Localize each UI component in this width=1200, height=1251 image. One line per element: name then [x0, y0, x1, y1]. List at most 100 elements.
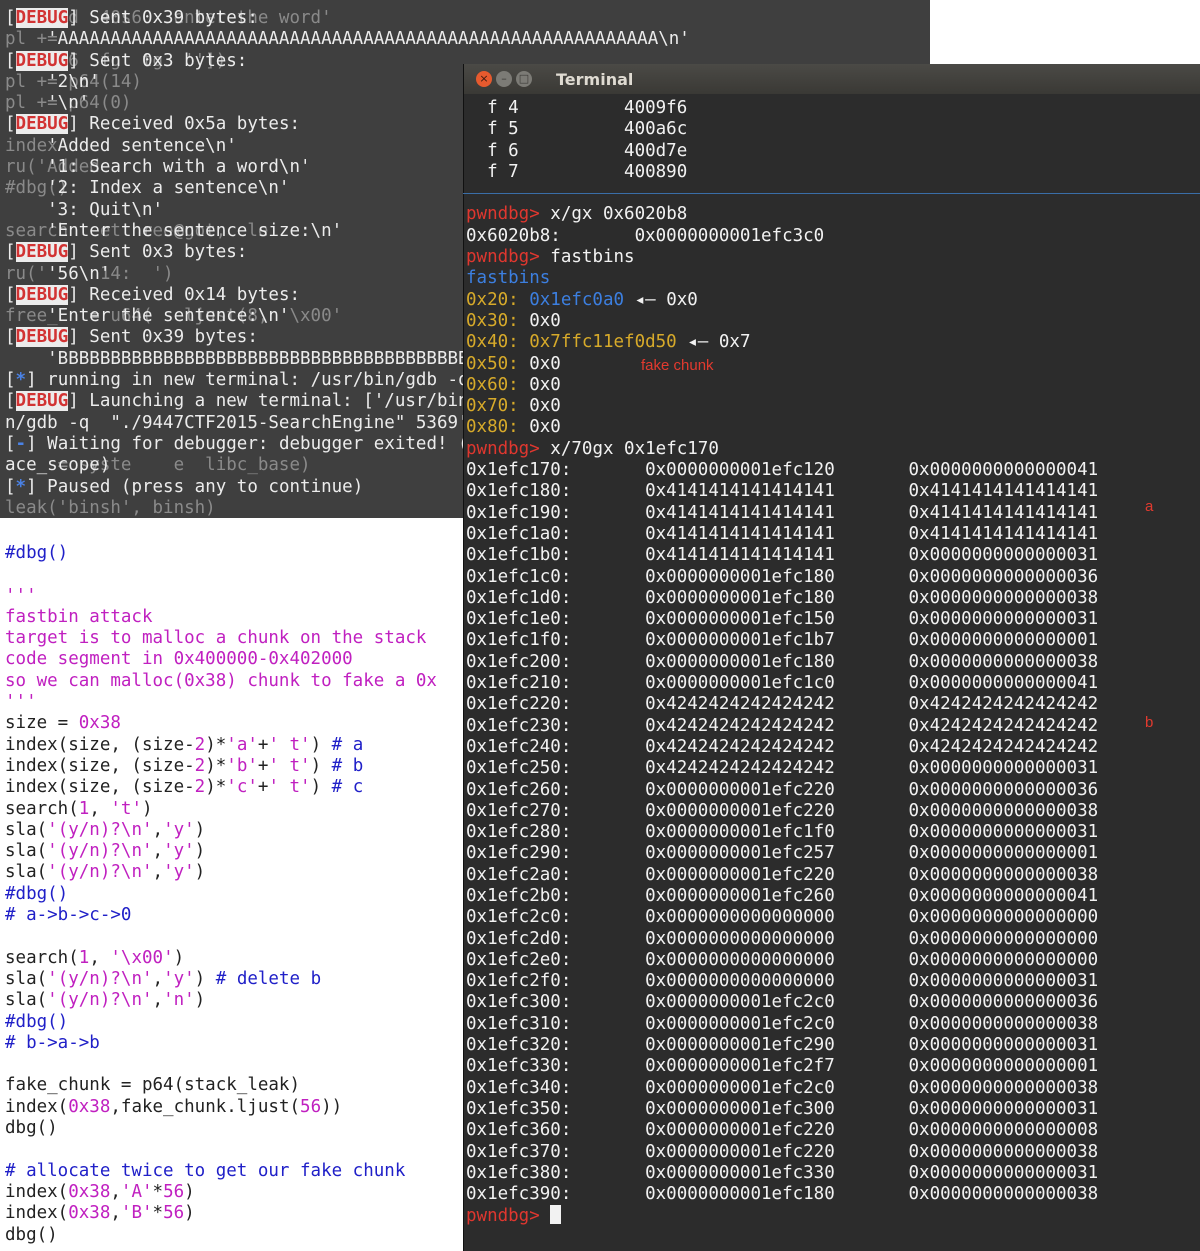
text-span: 0x1efc320: 0x0000000001efc290 0x00000000… [466, 1035, 1099, 1056]
text-span: 0x70: [466, 396, 530, 417]
log-line: [DEBUG] Sent 0x39 bytes: [5, 8, 858, 29]
text-span: [ [5, 242, 16, 263]
chunk-a-annotation: a [1145, 498, 1154, 515]
code-line: #dbg() [5, 1012, 437, 1033]
text-span: 0x1efc1a0: 0x4141414141414141 0x41414141… [466, 523, 1099, 544]
text-span: 0x1efc1c0: 0x0000000001efc180 0x00000000… [466, 566, 1099, 587]
terminal-line: 0x1efc390: 0x0000000001efc180 0x00000000… [466, 1184, 1098, 1205]
text-span: 0x1efc200: 0x0000000001efc180 0x00000000… [466, 651, 1099, 672]
code-line: #dbg() [5, 884, 437, 905]
terminal-divider [463, 193, 1200, 194]
text-span: 0x1efc380: 0x0000000001efc330 0x00000000… [466, 1162, 1099, 1183]
text-span: pwndbg> [466, 204, 551, 225]
code-token: ' t' [268, 755, 311, 776]
code-token: # a->b->c->0 [5, 905, 132, 926]
code-token: index( [5, 1096, 69, 1117]
terminal-line: 0x1efc320: 0x0000000001efc290 0x00000000… [466, 1035, 1098, 1056]
terminal-cursor [550, 1205, 562, 1225]
text-span: 0x0 [529, 310, 561, 331]
code-token: ) [194, 819, 206, 840]
code-token: ) [194, 862, 206, 883]
code-token: #dbg() [5, 1011, 69, 1032]
code-token: sla( [5, 862, 48, 883]
terminal-window[interactable]: × – □ Terminal f 4 4009f6 f 5 400a6c f 6… [463, 64, 1200, 1251]
text-span: 0x1efc1d0: 0x0000000001efc180 0x00000000… [466, 587, 1099, 608]
code-token: , [110, 1181, 121, 1202]
code-token: , [89, 947, 111, 968]
code-token: 'y' [163, 968, 195, 989]
code-token: 0x38 [68, 1096, 111, 1117]
text-span: 0x1efc1e0: 0x0000000001efc150 0x00000000… [466, 609, 1099, 630]
code-token: search( [5, 798, 79, 819]
code-token: , [152, 990, 164, 1011]
terminal-line: 0x1efc1c0: 0x0000000001efc180 0x00000000… [466, 567, 1098, 588]
text-span: DEBUG [15, 114, 69, 135]
text-span: 0x1efc360: 0x0000000001efc220 0x00000000… [466, 1120, 1099, 1141]
code-token: sla( [5, 968, 48, 989]
code-token: ) [194, 841, 206, 862]
text-span: ] Sent 0x3 bytes: [68, 242, 248, 263]
terminal-titlebar[interactable]: × – □ Terminal [464, 64, 1200, 94]
terminal-line: 0x1efc260: 0x0000000001efc220 0x00000000… [466, 780, 1098, 801]
code-token: # b [331, 755, 364, 776]
code-token: index( [5, 1203, 69, 1224]
code-token: '(y/n)?\n' [47, 841, 153, 862]
code-token: 'a' [226, 734, 258, 755]
maximize-button[interactable]: □ [516, 71, 532, 87]
text-span: 0x0 [529, 396, 561, 417]
text-span: 0x1efc240: 0x4242424242424242 0x42424242… [466, 736, 1099, 757]
terminal-line: 0x1efc190: 0x4141414141414141 0x41414141… [466, 503, 1098, 524]
terminal-line: 0x1efc1d0: 0x0000000001efc180 0x00000000… [466, 588, 1098, 609]
code-line: search(1, '\x00') [5, 948, 437, 969]
text-span: 0x50: [466, 353, 530, 374]
editor-code[interactable]: #dbg() ''' fastbin attack target is to mall… [5, 543, 437, 1246]
code-token: dbg() [5, 1224, 58, 1245]
code-token: size = [5, 713, 79, 734]
code-line: sla('(y/n)?\n','n') [5, 990, 437, 1011]
text-span: 0x40: [466, 332, 530, 353]
text-span: [ [5, 114, 16, 135]
text-span: 0x1efc340: 0x0000000001efc2c0 0x00000000… [466, 1077, 1099, 1098]
code-line: so we can malloc(0x38) chunk to fake a 0… [5, 671, 437, 692]
text-span: ace_scope) [5, 455, 111, 476]
text-span: ] Sent 0x39 bytes: [68, 327, 258, 348]
text-span: DEBUG [15, 391, 69, 412]
text-span: DEBUG [15, 50, 69, 71]
code-token: fastbin attack [5, 606, 153, 627]
text-span: [ [5, 370, 16, 391]
minimize-button[interactable]: – [496, 71, 512, 87]
code-token: index( [5, 1181, 69, 1202]
terminal-line: f 7 400890 [466, 162, 1098, 183]
terminal-output[interactable]: f 4 4009f6 f 5 400a6c f 6 400d7e f 7 400… [466, 98, 1098, 1227]
code-token: , [152, 819, 164, 840]
text-span: ◂— 0x0 [624, 289, 698, 310]
code-token: fake_chunk = p64(stack_leak) [5, 1075, 301, 1096]
code-token: , [152, 862, 164, 883]
terminal-line: 0x1efc240: 0x4242424242424242 0x42424242… [466, 737, 1098, 758]
ghost-code-line: leak('binsh', binsh) [5, 497, 216, 518]
code-token: ) [184, 1181, 195, 1202]
code-token: # allocate twice to get our fake chunk [5, 1160, 406, 1181]
text-span: 0x1efc390: 0x0000000001efc180 0x00000000… [466, 1184, 1099, 1205]
code-token: 2 [194, 755, 206, 776]
code-token: # b->a->b [5, 1032, 100, 1053]
code-token: 56 [300, 1096, 322, 1117]
text-span: f 6 400d7e [466, 140, 688, 161]
code-token: ,fake_chunk.ljust( [110, 1096, 301, 1117]
code-line: code segment in 0x400000-0x402000 [5, 649, 437, 670]
text-span: 0x0 [529, 417, 561, 438]
close-icon: × [479, 72, 489, 85]
terminal-line: 0x1efc2c0: 0x0000000000000000 0x00000000… [466, 907, 1098, 928]
code-line: # allocate twice to get our fake chunk [5, 1161, 437, 1182]
text-span: 0x1efc1f0: 0x0000000001efc1b7 0x00000000… [466, 630, 1099, 651]
terminal-line: 0x1efc2b0: 0x0000000001efc260 0x00000000… [466, 886, 1098, 907]
text-span: 0x1efc330: 0x0000000001efc2f7 0x00000000… [466, 1056, 1099, 1077]
code-line: index(0x38,'A'*56) [5, 1182, 437, 1203]
close-button[interactable]: × [476, 71, 492, 87]
code-token: ' t' [268, 734, 311, 755]
code-token: index(size, (size- [5, 755, 195, 776]
code-token: 56 [163, 1203, 185, 1224]
